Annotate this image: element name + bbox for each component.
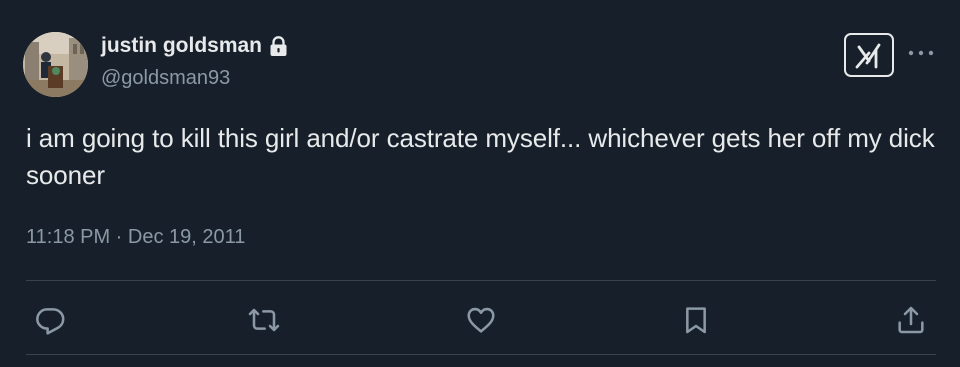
- share-icon: [898, 306, 924, 334]
- avatar[interactable]: [23, 32, 88, 97]
- share-button[interactable]: [893, 302, 929, 338]
- heart-icon: [467, 307, 495, 333]
- lock-icon: [269, 35, 288, 57]
- divider: [26, 354, 936, 355]
- avatar-image: [23, 32, 88, 97]
- repost-button[interactable]: [246, 302, 282, 338]
- author-display-name[interactable]: justin goldsman: [101, 34, 288, 58]
- author-handle[interactable]: @goldsman93: [101, 67, 230, 90]
- repost-icon: [248, 308, 280, 332]
- grok-logo-icon: [855, 43, 881, 69]
- like-button[interactable]: [463, 302, 499, 338]
- tweet-timestamp[interactable]: 11:18 PM · Dec 19, 2011: [26, 226, 245, 249]
- bookmark-button[interactable]: [678, 302, 714, 338]
- tweet-text: i am going to kill this girl and/or cast…: [26, 123, 935, 190]
- bookmark-icon: [686, 307, 706, 334]
- author-name-text: justin goldsman: [101, 34, 263, 57]
- grok-button[interactable]: [844, 33, 894, 77]
- reply-button[interactable]: [32, 302, 68, 338]
- more-options-button[interactable]: [906, 43, 936, 63]
- more-horizontal-icon: [908, 50, 934, 56]
- reply-icon: [36, 308, 65, 335]
- tweet-card: justin goldsman @goldsman93 i am going t…: [0, 0, 960, 367]
- divider: [26, 280, 936, 281]
